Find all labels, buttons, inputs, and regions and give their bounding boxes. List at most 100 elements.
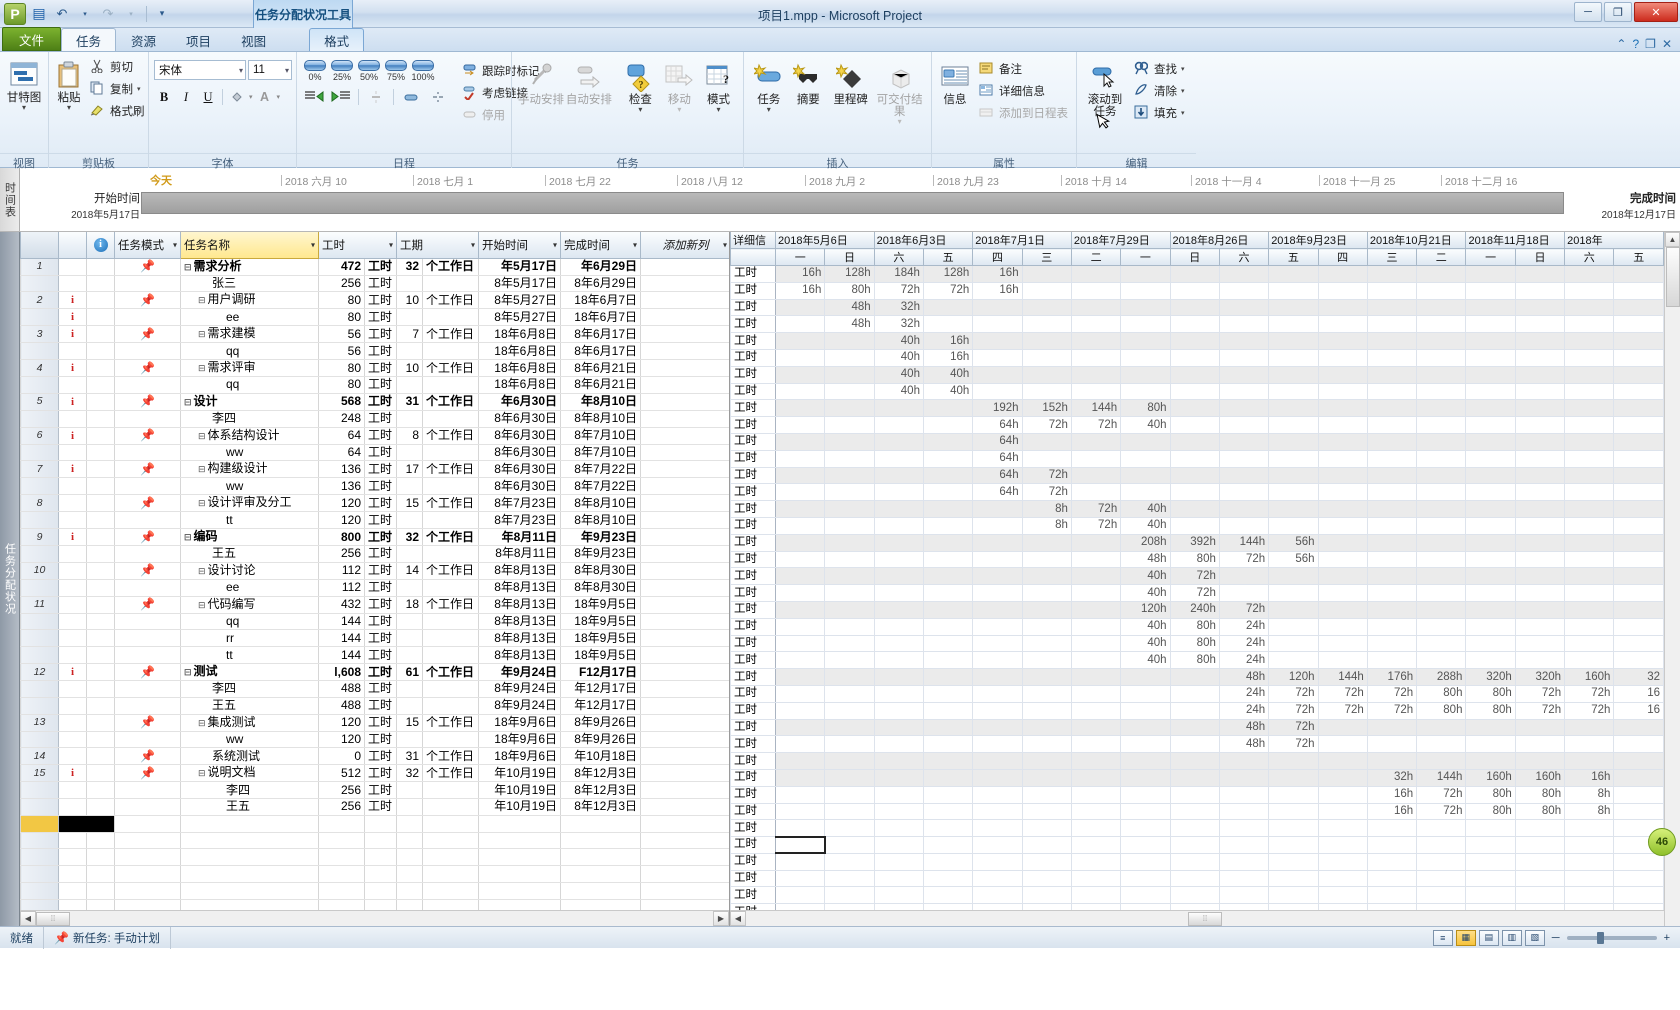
usage-value-cell[interactable] <box>1268 365 1319 384</box>
usage-value-cell[interactable] <box>1564 483 1615 502</box>
table-row[interactable]: qq 144 工时 8年8月13日 18年9月5日 <box>20 612 729 631</box>
duration-value-cell[interactable] <box>396 376 423 394</box>
warning-indicator-cell[interactable] <box>58 477 87 496</box>
usage-weekday-header[interactable]: 四 <box>1317 248 1368 266</box>
work-value-cell[interactable]: 256 <box>318 545 365 563</box>
usage-value-cell[interactable] <box>1021 382 1072 401</box>
usage-value-cell[interactable] <box>1169 332 1220 350</box>
usage-value-cell[interactable] <box>1564 600 1615 619</box>
add-new-column-cell[interactable] <box>640 477 729 496</box>
usage-value-cell[interactable]: 184h <box>873 265 924 283</box>
task-mode-cell[interactable] <box>114 730 181 749</box>
usage-value-cell[interactable] <box>1218 852 1270 871</box>
usage-value-cell[interactable]: 16h <box>972 265 1023 283</box>
usage-value-cell[interactable] <box>1613 516 1664 535</box>
usage-value-cell[interactable] <box>1416 332 1467 350</box>
indicator-cell[interactable] <box>86 781 115 800</box>
add-new-column-cell[interactable] <box>640 392 729 411</box>
usage-value-cell[interactable]: 64h <box>972 416 1023 434</box>
usage-value-cell[interactable]: 24h <box>1218 701 1270 720</box>
usage-value-cell[interactable] <box>922 819 974 838</box>
table-row-empty[interactable] <box>20 848 729 867</box>
usage-value-cell[interactable] <box>1268 265 1319 283</box>
indicator-cell[interactable] <box>86 342 115 361</box>
selected-cell[interactable] <box>58 814 115 833</box>
chevron-down-icon[interactable]: ▾ <box>1181 87 1185 95</box>
usage-value-cell[interactable] <box>1613 584 1664 602</box>
usage-value-cell[interactable] <box>972 315 1023 334</box>
table-row[interactable]: 11 📌 ⊟ 代码编写 432 工时 18 个工作日 8年8月13日 18年9月5日 <box>20 595 729 614</box>
usage-value-cell[interactable] <box>1514 466 1566 485</box>
percent-complete-buttons[interactable]: 0% 25% 50% 75% 100% <box>302 60 450 82</box>
usage-value-cell[interactable] <box>1317 281 1368 300</box>
usage-value-cell[interactable] <box>972 533 1023 552</box>
table-row[interactable]: ww 136 工时 8年6月30日 8年7月22日 <box>20 477 729 496</box>
usage-value-cell[interactable] <box>1218 802 1270 821</box>
add-new-column-cell[interactable] <box>640 629 729 648</box>
usage-value-cell[interactable]: 144h <box>1317 668 1368 686</box>
usage-value-cell[interactable] <box>972 752 1023 770</box>
usage-value-cell[interactable]: 80h <box>1514 785 1566 804</box>
usage-value-cell[interactable] <box>1169 701 1220 720</box>
usage-value-cell[interactable] <box>1564 265 1615 283</box>
usage-value-cell[interactable] <box>1416 416 1467 434</box>
usage-value-cell[interactable] <box>1465 718 1516 737</box>
usage-value-cell[interactable] <box>1070 298 1122 317</box>
usage-value-cell[interactable]: 72h <box>1169 567 1220 586</box>
empty-cell[interactable] <box>114 831 181 850</box>
usage-value-cell[interactable]: 40h <box>1120 500 1171 518</box>
indicator-cell[interactable] <box>86 359 115 378</box>
italic-button[interactable]: I <box>176 87 196 107</box>
empty-cell[interactable] <box>478 814 561 833</box>
usage-value-cell[interactable] <box>824 701 875 720</box>
usage-value-cell[interactable] <box>1169 785 1220 804</box>
usage-value-cell[interactable] <box>824 634 875 653</box>
usage-value-cell[interactable] <box>1514 416 1566 434</box>
usage-value-cell[interactable] <box>1268 500 1319 518</box>
usage-value-cell[interactable] <box>873 735 924 754</box>
col-header-finish[interactable]: 完成时间 ▾ <box>560 232 641 259</box>
usage-value-cell[interactable] <box>972 836 1023 854</box>
duration-value-cell[interactable]: 10 <box>396 359 423 378</box>
usage-value-cell[interactable] <box>1218 365 1270 384</box>
tab-view[interactable]: 视图 <box>226 28 281 51</box>
usage-value-cell[interactable] <box>824 382 875 401</box>
usage-value-cell[interactable] <box>1317 869 1368 888</box>
usage-period-header[interactable]: 2018年5月6日 <box>775 232 875 249</box>
empty-cell[interactable] <box>422 865 479 884</box>
usage-value-cell[interactable] <box>1317 634 1368 653</box>
usage-value-cell[interactable]: 80h <box>1465 785 1516 804</box>
usage-row[interactable]: 工时 64h <box>730 449 1664 468</box>
customize-qat-icon[interactable]: ▾ <box>152 4 172 24</box>
usage-value-cell[interactable] <box>1416 836 1467 854</box>
usage-value-cell[interactable] <box>1218 265 1270 283</box>
usage-value-cell[interactable] <box>824 533 875 552</box>
col-header-name[interactable]: 任务名称 ▾ <box>180 232 319 259</box>
usage-weekday-header[interactable]: 六 <box>873 248 924 266</box>
table-row[interactable]: i ee 80 工时 8年5月27日 18年6月7日 <box>20 308 729 327</box>
save-icon[interactable]: ▤ <box>29 4 49 24</box>
usage-value-cell[interactable] <box>922 802 974 821</box>
usage-value-cell[interactable]: 24h <box>1218 634 1270 653</box>
usage-value-cell[interactable] <box>1317 785 1368 804</box>
indicator-cell[interactable] <box>86 578 115 597</box>
redo-icon[interactable]: ↷ <box>98 4 118 24</box>
usage-value-cell[interactable] <box>1465 617 1516 636</box>
usage-value-cell[interactable] <box>1218 768 1270 787</box>
usage-value-cell[interactable] <box>972 701 1023 720</box>
usage-value-cell[interactable] <box>1021 718 1072 737</box>
usage-value-cell[interactable]: 80h <box>1120 399 1171 418</box>
usage-value-cell[interactable] <box>922 701 974 720</box>
row-number-cell[interactable] <box>20 696 59 715</box>
finish-date-cell[interactable]: 18年9月5日 <box>560 646 641 665</box>
usage-value-cell[interactable] <box>1268 802 1319 821</box>
usage-value-cell[interactable] <box>1268 634 1319 653</box>
usage-value-cell[interactable] <box>1416 399 1467 418</box>
usage-value-cell[interactable] <box>1564 651 1615 670</box>
usage-row[interactable]: 工时 120h 240h 72h <box>730 600 1664 619</box>
usage-value-cell[interactable]: 72h <box>1169 584 1220 602</box>
usage-value-cell[interactable]: 48h <box>1218 718 1270 737</box>
warning-indicator-cell[interactable]: i <box>58 359 87 378</box>
task-name-cell[interactable]: ⊟ 需求分析 <box>180 257 319 276</box>
usage-value-cell[interactable] <box>1564 500 1615 518</box>
